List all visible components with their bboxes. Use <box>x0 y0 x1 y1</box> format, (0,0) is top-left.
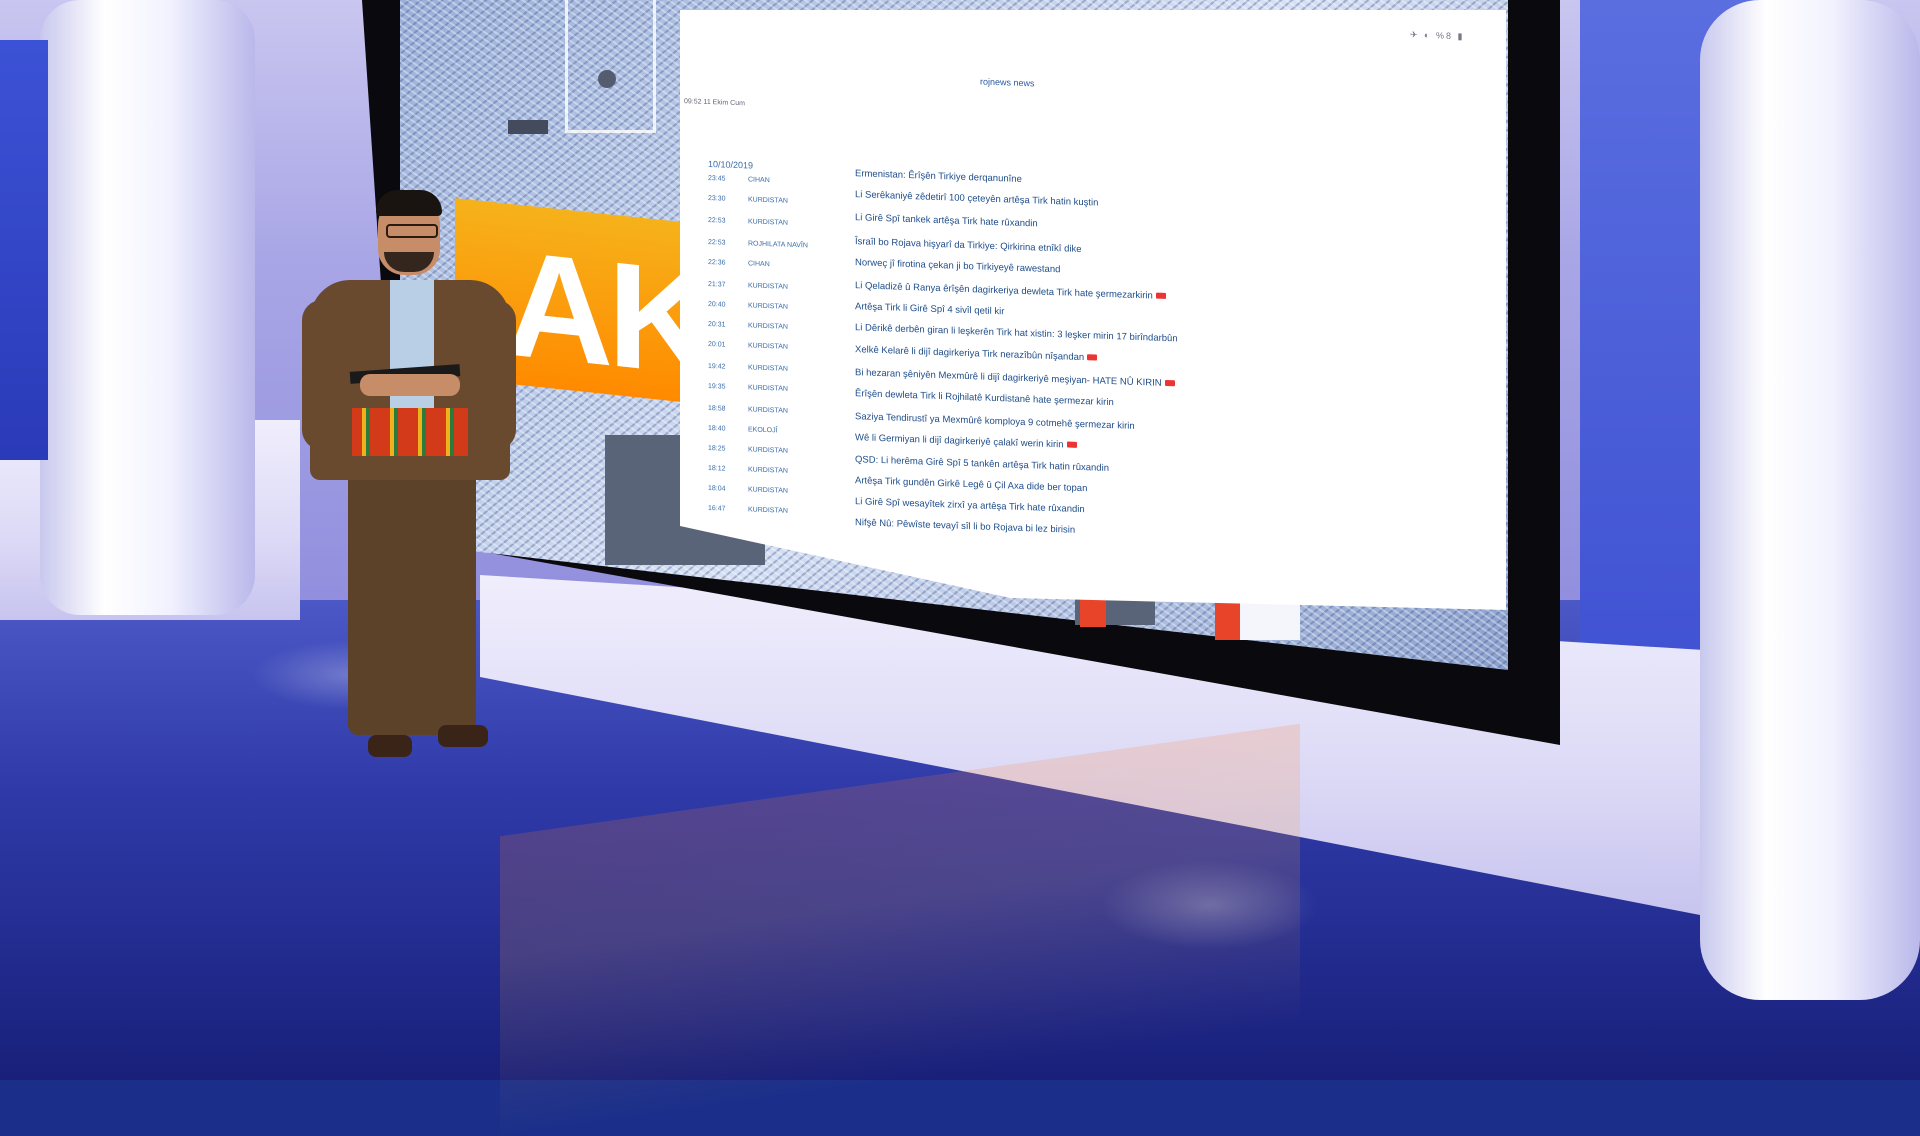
news-headline-text: Ermenistan: Êrîşên Tirkiye derqanunîne <box>855 168 1022 185</box>
news-list: 23:45 CIHAN Ermenistan: Êrîşên Tirkiye der… <box>680 10 1506 536</box>
news-category: KURDISTAN <box>748 506 788 515</box>
news-time: 19:42 <box>708 362 726 371</box>
studio-pillar-right <box>1700 0 1920 1000</box>
news-time: 22:36 <box>708 258 726 267</box>
news-time: 21:37 <box>708 280 726 289</box>
news-category: KURDISTAN <box>748 364 788 373</box>
news-browser-window: 09:52 11 Ekim Cum rojnews news ✈ ◐ %8 ▮ … <box>680 10 1506 610</box>
news-time: 18:40 <box>708 424 726 433</box>
news-time: 18:58 <box>708 404 726 413</box>
news-time: 23:30 <box>708 194 726 203</box>
news-time: 20:40 <box>708 300 726 309</box>
studio-pillar-left <box>40 0 255 615</box>
presenter-arm-right <box>470 300 516 450</box>
site-name: rojnews news <box>980 76 1035 89</box>
ak-banner-text: AK <box>505 218 710 408</box>
wall-dash <box>508 120 548 134</box>
presenter-hands <box>360 374 460 396</box>
presenter <box>290 190 530 770</box>
presenter-sash <box>352 408 468 456</box>
presenter-trousers <box>348 460 476 735</box>
news-category: KURDISTAN <box>748 342 788 351</box>
presenter-shoe-left <box>368 735 412 757</box>
wall-dot <box>598 70 616 88</box>
video-badge-icon <box>1066 441 1077 449</box>
news-category: KURDISTAN <box>748 384 788 393</box>
status-icons: ✈ ◐ %8 ▮ <box>1410 29 1465 42</box>
presenter-hair <box>376 190 442 216</box>
presenter-arm-left <box>302 300 348 450</box>
news-category: KURDISTAN <box>748 218 788 227</box>
video-badge-icon <box>1087 353 1098 361</box>
news-category: CIHAN <box>748 176 770 185</box>
news-time: 20:31 <box>708 320 726 329</box>
news-category: KURDISTAN <box>748 486 788 495</box>
news-date: 10/10/2019 <box>708 158 754 171</box>
news-time: 18:25 <box>708 444 726 453</box>
status-bar-time: 09:52 11 Ekim Cum <box>684 98 745 108</box>
news-category: EKOLOJÎ <box>748 426 778 435</box>
news-time: 22:53 <box>708 216 726 225</box>
news-category: KURDISTAN <box>748 446 788 455</box>
left-blue-wall <box>0 40 48 460</box>
news-category: ROJHILATA NAVÎN <box>748 240 808 250</box>
news-category: KURDISTAN <box>748 282 788 291</box>
news-category: KURDISTAN <box>748 466 788 475</box>
presenter-glasses <box>386 224 438 238</box>
video-badge-icon <box>1164 379 1175 387</box>
news-headline[interactable]: Nifşê Nû: Pêwîste tevayî sîl li bo Rojav… <box>855 517 1075 536</box>
presenter-shoe-right <box>438 725 488 747</box>
news-headline-text: Nifşê Nû: Pêwîste tevayî sîl li bo Rojav… <box>855 517 1076 536</box>
wall-white-frame <box>565 0 656 133</box>
news-time: 22:53 <box>708 238 726 247</box>
news-category: KURDISTAN <box>748 406 788 415</box>
news-category: CIHAN <box>748 260 770 269</box>
news-headline-text: Êrîşên dewleta Tirk li Rojhilatê Kurdist… <box>855 388 1114 409</box>
news-time: 18:12 <box>708 464 726 473</box>
news-time: 23:45 <box>708 174 726 183</box>
news-category: KURDISTAN <box>748 196 788 205</box>
news-category: KURDISTAN <box>748 302 788 311</box>
video-badge-icon <box>1155 292 1166 299</box>
news-time: 18:04 <box>708 484 726 493</box>
news-headline[interactable]: Êrîşên dewleta Tirk li Rojhilatê Kurdist… <box>855 388 1114 408</box>
news-category: KURDISTAN <box>748 322 788 331</box>
news-time: 16:47 <box>708 504 726 513</box>
news-time: 19:35 <box>708 382 726 391</box>
news-headline[interactable]: Ermenistan: Êrîşên Tirkiye derqanunîne <box>855 168 1022 185</box>
news-time: 20:01 <box>708 340 726 349</box>
